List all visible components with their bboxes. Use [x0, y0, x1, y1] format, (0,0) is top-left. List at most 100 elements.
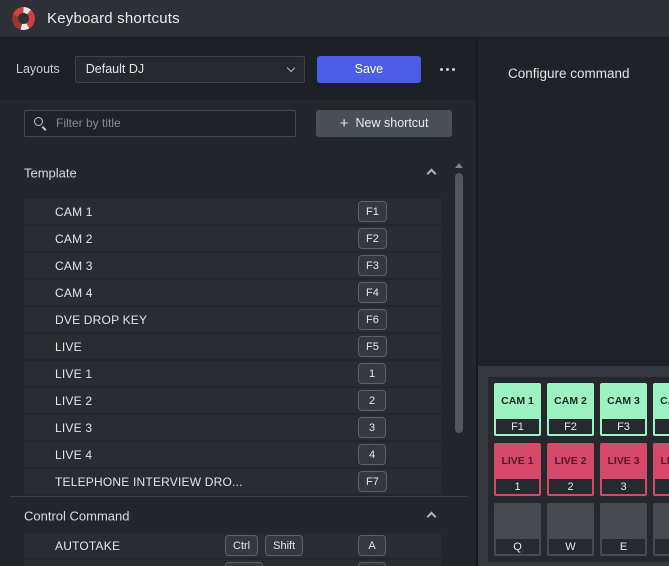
keyboard-preview-section: CAM 1 F1 CAM 2 F2 CAM 3 F3 CAM 4 F4 LIVE…	[478, 366, 669, 566]
scroll-up-arrow-icon[interactable]	[455, 163, 463, 168]
key-command-label: LIVE 3	[600, 443, 647, 479]
keyboard-key[interactable]: W	[547, 503, 594, 556]
key-badge: F7	[358, 471, 387, 492]
shortcut-row[interactable]: CAM 3 F3	[24, 253, 441, 278]
more-options-button[interactable]	[435, 56, 460, 82]
main-key-slot	[358, 562, 386, 566]
main-key-slot: 2	[358, 390, 386, 411]
keyboard-key[interactable]: CAM 3 F3	[600, 383, 647, 436]
shortcut-row[interactable]: CAM 1 F1	[24, 199, 441, 224]
shortcut-section: Template CAM 1 F1 CAM 2 F2 CAM 3 F3 CAM …	[0, 160, 476, 494]
key-command-label: CAM 4	[653, 383, 669, 419]
shortcut-title: LIVE	[55, 340, 82, 354]
key-badge: A	[358, 535, 386, 556]
filter-box[interactable]	[24, 110, 296, 137]
keyboard-key[interactable]: CAM 2 F2	[547, 383, 594, 436]
shortcut-row[interactable]: CAM 2 F2	[24, 226, 441, 251]
shortcut-list: Template CAM 1 F1 CAM 2 F2 CAM 3 F3 CAM …	[0, 146, 476, 566]
keycap-label: F3	[602, 419, 645, 434]
shortcut-row[interactable]: CAM 4 F4	[24, 280, 441, 305]
shortcut-title: LIVE 1	[55, 367, 92, 381]
new-shortcut-label: New shortcut	[356, 116, 429, 130]
keycap-label: 3	[602, 479, 645, 494]
main-key-slot: F4	[358, 282, 387, 303]
layout-select[interactable]: Default DJ	[75, 56, 305, 83]
keycap-label: W	[549, 539, 592, 554]
new-shortcut-button[interactable]: + New shortcut	[316, 110, 452, 137]
keyboard-key[interactable]: LIVE 1 1	[494, 443, 541, 496]
key-command-label	[600, 503, 647, 539]
title-bar: Keyboard shortcuts	[0, 0, 669, 38]
shortcut-row[interactable]	[24, 560, 441, 566]
shortcut-title: CAM 1	[55, 205, 93, 219]
keyboard-key[interactable]: CAM 1 F1	[494, 383, 541, 436]
window-title: Keyboard shortcuts	[47, 10, 180, 27]
ellipsis-icon	[446, 68, 449, 71]
shortcut-row[interactable]: TELEPHONE INTERVIEW DRO... F7	[24, 469, 441, 494]
configure-panel: Configure command CAM 1 F1 CAM 2 F2 CAM …	[478, 38, 669, 566]
list-toolbar: + New shortcut	[0, 100, 476, 146]
keyboard-key[interactable]: E	[600, 503, 647, 556]
keyboard-key[interactable]: R	[653, 503, 669, 556]
main-key-slot: F1	[358, 201, 387, 222]
configure-panel-title: Configure command	[508, 66, 630, 81]
app-logo-icon	[12, 7, 35, 30]
keyboard-key[interactable]: LIVE 2 2	[547, 443, 594, 496]
key-badge: F5	[358, 336, 387, 357]
keycap-label: F2	[549, 419, 592, 434]
keycap-label: 4	[655, 479, 669, 494]
keycap-label: 2	[549, 479, 592, 494]
section-header[interactable]: Template	[24, 160, 441, 186]
key-badge	[358, 562, 386, 566]
layout-select-value: Default DJ	[86, 62, 144, 76]
key-badge: 1	[358, 363, 386, 384]
keyboard-shortcuts-window: Keyboard shortcuts Layouts Default DJ Sa…	[0, 0, 669, 566]
shortcuts-panel: Layouts Default DJ Save + New shortcut	[0, 38, 478, 566]
save-button[interactable]: Save	[317, 56, 421, 83]
shortcut-row[interactable]: LIVE 4 4	[24, 442, 441, 467]
shortcut-row[interactable]: DVE DROP KEY F6	[24, 307, 441, 332]
keycap-label: E	[602, 539, 645, 554]
key-command-label: CAM 3	[600, 383, 647, 419]
keyboard-key[interactable]: LIVE 3 3	[600, 443, 647, 496]
shortcut-title: CAM 2	[55, 232, 93, 246]
shortcut-section: Control Command AUTOTAKE CtrlShift A	[0, 497, 476, 566]
filter-input[interactable]	[54, 115, 287, 131]
shortcut-row[interactable]: LIVE F5	[24, 334, 441, 359]
shortcut-title: LIVE 2	[55, 394, 92, 408]
section-title: Template	[24, 166, 77, 181]
key-badge: Shift	[265, 535, 303, 556]
shortcut-title: TELEPHONE INTERVIEW DRO...	[55, 475, 243, 489]
chevron-down-icon	[287, 63, 295, 71]
key-badge	[225, 562, 263, 566]
key-command-label: CAM 2	[547, 383, 594, 419]
shortcut-row[interactable]: AUTOTAKE CtrlShift A	[24, 533, 441, 558]
shortcut-row[interactable]: LIVE 3 3	[24, 415, 441, 440]
modifier-keys: CtrlShift	[225, 535, 303, 556]
keyboard-key[interactable]: CAM 4 F4	[653, 383, 669, 436]
main-key-slot: 4	[358, 444, 386, 465]
main-key-slot: A	[358, 535, 386, 556]
scrollbar-thumb[interactable]	[455, 173, 463, 433]
keycap-label: F1	[496, 419, 539, 434]
keyboard-key[interactable]: LIVE 4 4	[653, 443, 669, 496]
key-badge: F2	[358, 228, 387, 249]
section-rows: AUTOTAKE CtrlShift A	[0, 533, 476, 566]
key-badge: F1	[358, 201, 387, 222]
shortcut-title: AUTOTAKE	[55, 539, 120, 553]
keyboard-key[interactable]: Q	[494, 503, 541, 556]
key-badge: F6	[358, 309, 387, 330]
section-title: Control Command	[24, 509, 130, 524]
key-command-label: LIVE 4	[653, 443, 669, 479]
shortcut-title: CAM 4	[55, 286, 93, 300]
key-badge: F3	[358, 255, 387, 276]
shortcut-title: CAM 3	[55, 259, 93, 273]
scrollbar[interactable]	[455, 146, 463, 566]
main-key-slot: F2	[358, 228, 387, 249]
key-badge: 3	[358, 417, 386, 438]
section-header[interactable]: Control Command	[24, 503, 441, 529]
key-badge: 4	[358, 444, 386, 465]
keycap-label: Q	[496, 539, 539, 554]
shortcut-row[interactable]: LIVE 2 2	[24, 388, 441, 413]
shortcut-row[interactable]: LIVE 1 1	[24, 361, 441, 386]
